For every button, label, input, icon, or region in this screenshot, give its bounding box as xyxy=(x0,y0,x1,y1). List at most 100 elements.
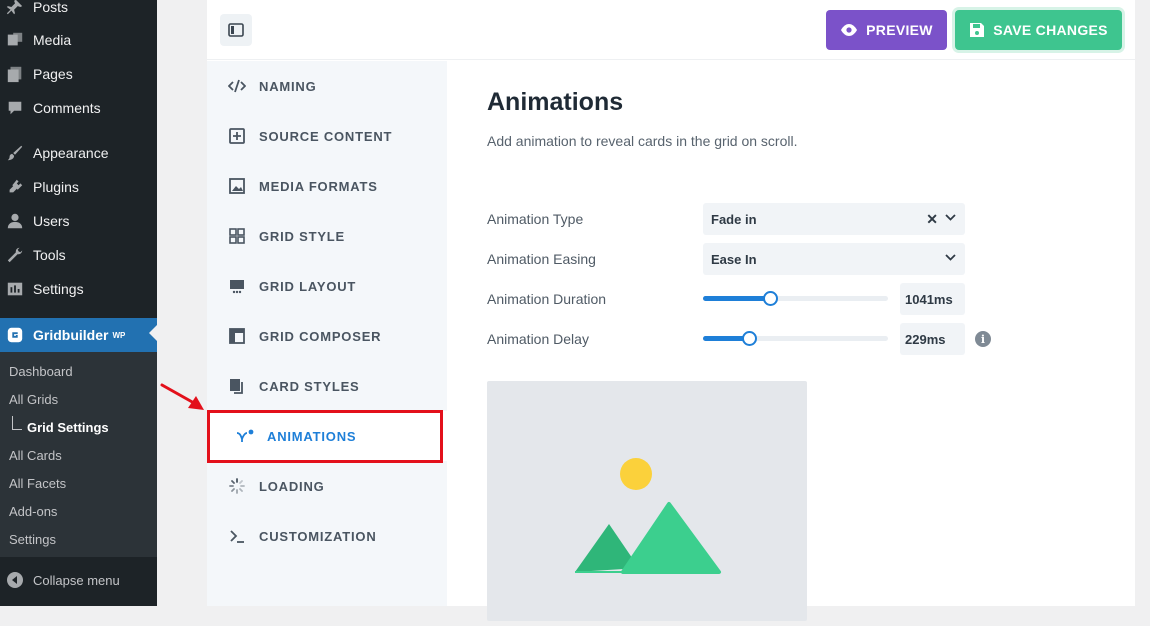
wp-submenu-grid-settings[interactable]: Grid Settings xyxy=(27,420,109,435)
wp-menu-label: Comments xyxy=(33,100,101,116)
wp-admin-sidebar: Posts Media Pages Comments Appearance Pl… xyxy=(0,0,157,606)
plugin-icon xyxy=(5,177,25,197)
nav-label: GRID STYLE xyxy=(259,228,346,244)
animation-delay-label: Animation Delay xyxy=(487,331,589,347)
add-file-icon xyxy=(228,127,246,145)
page-title: Animations xyxy=(487,88,624,116)
animation-easing-label: Animation Easing xyxy=(487,251,596,267)
nav-item-customization[interactable]: CUSTOMIZATION xyxy=(207,511,447,561)
wp-menu-label: Plugins xyxy=(33,179,79,195)
toggle-sidebar-button[interactable] xyxy=(220,14,252,46)
image-icon xyxy=(228,177,246,195)
grid-icon xyxy=(228,227,246,245)
nav-label: LOADING xyxy=(259,478,325,494)
save-changes-button[interactable]: SAVE CHANGES xyxy=(955,10,1122,50)
animation-easing-select[interactable]: Ease In xyxy=(703,243,965,275)
wp-menu-media[interactable]: Media xyxy=(0,25,157,55)
animation-preview-card xyxy=(487,381,807,621)
comment-icon xyxy=(5,98,25,118)
top-toolbar: PREVIEW SAVE CHANGES xyxy=(207,0,1135,60)
page-description: Add animation to reveal cards in the gri… xyxy=(487,133,798,149)
wp-menu-posts[interactable]: Posts xyxy=(0,0,157,22)
wp-menu-appearance[interactable]: Appearance xyxy=(0,138,157,168)
settings-panel: PREVIEW SAVE CHANGES NAMING SOURCE CONTE… xyxy=(207,0,1135,621)
brush-icon xyxy=(5,143,25,163)
media-icon xyxy=(5,30,25,50)
preview-label: PREVIEW xyxy=(866,22,933,38)
animation-type-value: Fade in xyxy=(711,211,757,227)
nav-item-source-content[interactable]: SOURCE CONTENT xyxy=(207,111,447,161)
wp-menu-gridbuilder[interactable]: Gridbuilder WP xyxy=(0,318,157,352)
wp-menu-label: Tools xyxy=(33,247,66,263)
wp-menu-label: Posts xyxy=(33,0,69,15)
animation-delay-slider[interactable] xyxy=(703,331,888,346)
slider-fill xyxy=(703,296,770,301)
nav-label: GRID LAYOUT xyxy=(259,278,357,294)
save-label: SAVE CHANGES xyxy=(993,22,1108,38)
clear-icon[interactable]: ✕ xyxy=(926,211,938,228)
annotation-highlight-box xyxy=(207,410,443,463)
wp-menu-tools[interactable]: Tools xyxy=(0,240,157,270)
chevron-down-icon xyxy=(945,254,956,262)
settings-nav: NAMING SOURCE CONTENT MEDIA FORMATS GRID… xyxy=(207,61,447,606)
wp-menu-label: Appearance xyxy=(33,145,109,161)
cards-icon xyxy=(228,377,246,395)
submenu-tree-line xyxy=(12,416,22,430)
wrench-icon xyxy=(5,245,25,265)
animation-type-label: Animation Type xyxy=(487,211,584,227)
collapse-arrow-icon xyxy=(7,572,23,588)
placeholder-image-icon xyxy=(575,458,721,574)
nav-label: GRID COMPOSER xyxy=(259,328,382,344)
wp-menu-plugins[interactable]: Plugins xyxy=(0,172,157,202)
preview-button[interactable]: PREVIEW xyxy=(826,10,947,50)
nav-item-card-styles[interactable]: CARD STYLES xyxy=(207,361,447,411)
wp-submenu-all-facets[interactable]: All Facets xyxy=(9,476,66,491)
wp-menu-comments[interactable]: Comments xyxy=(0,93,157,123)
nav-label: SOURCE CONTENT xyxy=(259,128,393,144)
wp-menu-label: Pages xyxy=(33,66,73,82)
composer-icon xyxy=(228,327,246,345)
gridbuilder-logo-icon xyxy=(5,325,25,345)
chevron-down-icon xyxy=(945,214,956,222)
user-icon xyxy=(5,211,25,231)
slider-thumb[interactable] xyxy=(742,331,757,346)
nav-item-grid-style[interactable]: GRID STYLE xyxy=(207,211,447,261)
nav-item-media-formats[interactable]: MEDIA FORMATS xyxy=(207,161,447,211)
slider-thumb[interactable] xyxy=(763,291,778,306)
nav-label: NAMING xyxy=(259,78,317,94)
animation-easing-value: Ease In xyxy=(711,251,757,267)
animation-duration-input[interactable]: 1041ms xyxy=(900,283,965,315)
code-icon xyxy=(228,77,246,95)
nav-label: CARD STYLES xyxy=(259,378,360,394)
animation-duration-label: Animation Duration xyxy=(487,291,607,307)
wp-submenu-dashboard[interactable]: Dashboard xyxy=(9,364,73,379)
nav-label: CUSTOMIZATION xyxy=(259,528,377,544)
sidebar-toggle-icon xyxy=(228,23,244,37)
animation-duration-slider[interactable] xyxy=(703,291,888,306)
wp-submenu-all-grids[interactable]: All Grids xyxy=(9,392,58,407)
pages-icon xyxy=(5,64,25,84)
wp-submenu-settings[interactable]: Settings xyxy=(9,532,56,547)
nav-item-loading[interactable]: LOADING xyxy=(207,461,447,511)
wp-menu-pages[interactable]: Pages xyxy=(0,59,157,89)
wp-menu-settings[interactable]: Settings xyxy=(0,274,157,304)
wp-submenu-all-cards[interactable]: All Cards xyxy=(9,448,62,463)
nav-item-grid-layout[interactable]: GRID LAYOUT xyxy=(207,261,447,311)
nav-item-naming[interactable]: NAMING xyxy=(207,61,447,111)
collapse-label: Collapse menu xyxy=(33,572,120,588)
nav-item-grid-composer[interactable]: GRID COMPOSER xyxy=(207,311,447,361)
annotation-arrow-icon xyxy=(160,383,204,410)
eye-icon xyxy=(840,24,858,36)
wp-menu-label: Users xyxy=(33,213,70,229)
layout-icon xyxy=(228,277,246,295)
wp-submenu-add-ons[interactable]: Add-ons xyxy=(9,504,57,519)
wp-menu-label: Settings xyxy=(33,281,84,297)
collapse-menu-button[interactable]: Collapse menu xyxy=(0,568,157,592)
wp-menu-users[interactable]: Users xyxy=(0,206,157,236)
nav-label: MEDIA FORMATS xyxy=(259,178,378,194)
wp-menu-label: Gridbuilder xyxy=(33,327,109,343)
animation-delay-input[interactable]: 229ms xyxy=(900,323,965,355)
animation-type-select[interactable]: Fade in ✕ xyxy=(703,203,965,235)
info-icon[interactable]: i xyxy=(975,331,991,347)
terminal-icon xyxy=(228,527,246,545)
